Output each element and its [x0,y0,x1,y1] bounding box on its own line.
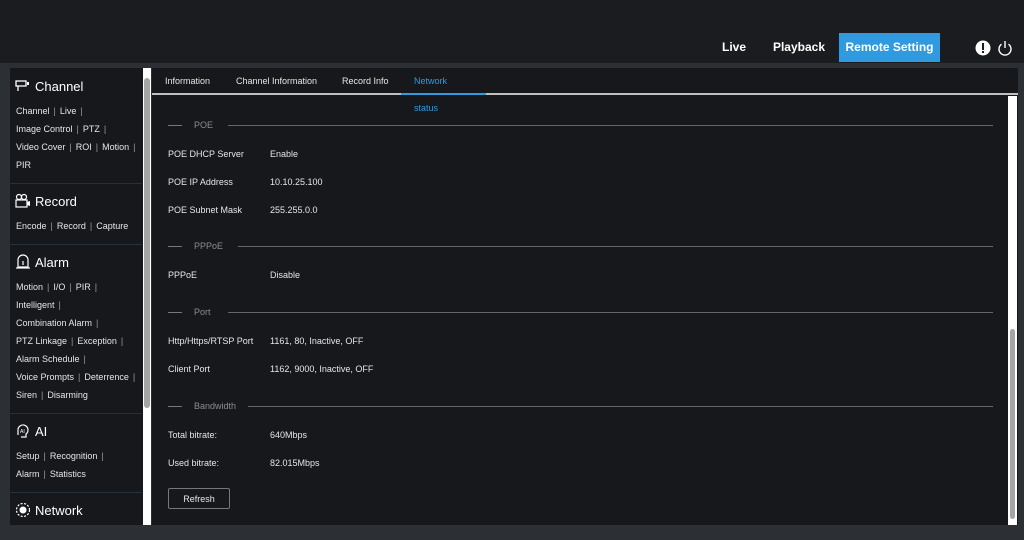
section-port: Port [168,306,993,318]
sidebar-header-ai[interactable]: AI AI [10,421,142,441]
scrollbar-thumb[interactable] [144,78,150,408]
divider [10,413,142,414]
camera-icon [15,80,29,91]
link-record[interactable]: Record [57,221,86,231]
link-exception[interactable]: Exception [77,336,117,346]
scrollbar-thumb[interactable] [1010,329,1015,519]
divider [10,183,142,184]
sidebar-section-record: Record Encode | Record | Capture [10,191,142,235]
sidebar-title: AI [35,423,48,439]
nav-live[interactable]: Live [710,33,758,62]
link-image-control[interactable]: Image Control [16,124,73,134]
svg-text:AI: AI [20,429,25,435]
sidebar-title: Alarm [35,254,69,270]
sidebar-header-channel[interactable]: Channel [10,76,142,96]
link-statistics[interactable]: Statistics [50,469,86,479]
tab-channel-information[interactable]: Channel Information [223,68,330,95]
ai-icon: AI [17,424,29,438]
sidebar-header-alarm[interactable]: Alarm [10,252,142,272]
link-deterrence[interactable]: Deterrence [84,372,129,382]
link-voice-prompts[interactable]: Voice Prompts [16,372,74,382]
link-ptz-linkage[interactable]: PTZ Linkage [16,336,67,346]
link-motion[interactable]: Motion [102,142,129,152]
link-capture[interactable]: Capture [96,221,128,231]
refresh-button[interactable]: Refresh [168,488,230,509]
tab-bar: Information Channel Information Record I… [152,68,1018,113]
link-setup[interactable]: Setup [16,451,40,461]
power-icon[interactable] [997,40,1013,56]
network-icon [15,502,31,518]
sidebar-section-ai: AI AI Setup | Recognition | Alarm | Statistics [10,421,142,483]
sidebar-title: Record [35,193,77,209]
link-motion[interactable]: Motion [16,282,43,292]
sidebar: Channel Channel | Live | Image Control | PTZ |… [10,68,151,525]
divider [10,492,142,493]
link-combination-alarm[interactable]: Combination Alarm [16,318,92,328]
link-pir[interactable]: PIR [76,282,91,292]
record-icon [15,193,30,208]
link-ptz[interactable]: PTZ [83,124,100,134]
link-pir[interactable]: PIR [16,160,31,170]
link-ai-alarm[interactable]: Alarm [16,469,40,479]
top-bar: Live Playback Remote Setting [0,0,1024,63]
link-live[interactable]: Live [60,106,77,116]
alert-icon[interactable] [975,40,991,56]
nav-remote-setting[interactable]: Remote Setting [839,33,940,62]
sidebar-header-network[interactable]: Network [10,500,142,520]
sidebar-header-record[interactable]: Record [10,191,142,211]
link-channel[interactable]: Channel [16,106,50,116]
section-bandwidth: Bandwidth [168,400,993,412]
content-scrollbar[interactable] [1008,96,1017,525]
link-siren[interactable]: Siren [16,390,37,400]
link-disarming[interactable]: Disarming [47,390,88,400]
divider [10,244,142,245]
sidebar-section-alarm: Alarm Motion | I/O | PIR | Intelligent | Combi… [10,252,142,404]
link-roi[interactable]: ROI [76,142,92,152]
tab-network-status[interactable]: Network status [401,68,486,113]
link-io[interactable]: I/O [53,282,65,292]
alarm-icon [16,254,30,269]
link-encode[interactable]: Encode [16,221,47,231]
sidebar-scrollbar[interactable] [143,68,151,525]
link-video-cover[interactable]: Video Cover [16,142,65,152]
section-pppoe: PPPoE [168,240,993,252]
sidebar-section-network: Network [10,500,142,520]
sidebar-section-channel: Channel Channel | Live | Image Control | PTZ |… [10,76,142,174]
sidebar-title: Channel [35,78,84,94]
tab-information[interactable]: Information [152,68,223,95]
section-poe: POE [168,119,993,131]
link-alarm-schedule[interactable]: Alarm Schedule [16,354,80,364]
tab-record-info[interactable]: Record Info [329,68,402,95]
link-recognition[interactable]: Recognition [50,451,98,461]
sidebar-title: Network [35,502,83,518]
link-intelligent[interactable]: Intelligent [16,300,55,310]
nav-playback[interactable]: Playback [766,33,832,62]
main-panel: Information Channel Information Record I… [152,68,1018,525]
